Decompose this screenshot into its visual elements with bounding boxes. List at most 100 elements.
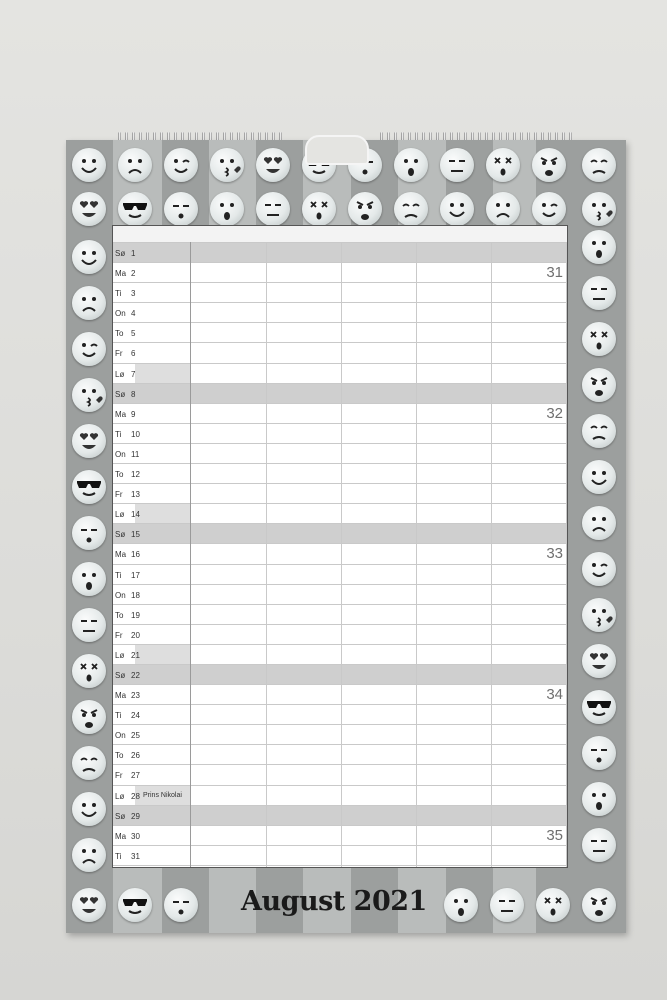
heart-eyes-face-icon — [72, 424, 106, 458]
day-number: 26 — [131, 751, 140, 761]
kiss-face-icon — [210, 148, 244, 182]
sad-face-icon — [72, 286, 106, 320]
day-row[interactable]: Sø 15 — [113, 524, 567, 545]
dizzy-face-icon — [536, 888, 570, 922]
sad-face-icon — [486, 192, 520, 226]
day-row[interactable]: Sø 22 — [113, 664, 567, 686]
day-number: 25 — [131, 731, 140, 741]
day-number: 2 — [131, 269, 136, 279]
day-row[interactable]: Ti 3 — [113, 283, 567, 304]
day-number: 18 — [131, 590, 140, 600]
day-name: Sø — [115, 670, 126, 680]
day-name: Ti — [115, 289, 122, 299]
day-number: 31 — [131, 851, 140, 861]
day-row[interactable]: To 19 — [113, 605, 567, 625]
day-row[interactable]: Fr 27 — [113, 765, 567, 786]
day-name: To — [115, 751, 124, 761]
day-rows: Sø 1 Ma 2 31 Ti 3 On 4 To 5 Fr 6 Lø 7 Sø 8 Ma 9 32 Ti 10 On 11 T… — [113, 243, 567, 866]
month-title: August 2021 — [241, 886, 427, 917]
day-row[interactable]: Ti 10 — [113, 424, 567, 444]
day-row[interactable]: On 11 — [113, 444, 567, 465]
day-cell: Ti 24 — [113, 705, 190, 724]
day-name: Lø — [115, 369, 125, 379]
day-number: 27 — [131, 771, 140, 781]
tearful-face-icon — [582, 414, 616, 448]
day-number: 5 — [131, 329, 136, 339]
sunglasses-face-icon — [72, 470, 106, 504]
day-row[interactable]: To 26 — [113, 745, 567, 766]
day-row[interactable]: Ti 31 — [113, 846, 567, 866]
shocked-face-icon — [444, 888, 478, 922]
neutral-face-icon — [256, 192, 290, 226]
day-cell: Fr 6 — [113, 343, 190, 362]
day-cell: To 12 — [113, 464, 190, 483]
day-number: 20 — [131, 630, 140, 640]
day-row[interactable]: Ma 30 35 — [113, 826, 567, 846]
angry-face-icon — [582, 368, 616, 402]
calendar-grid: Sø 1 Ma 2 31 Ti 3 On 4 To 5 Fr 6 Lø 7 Sø 8 Ma 9 32 Ti 10 On 11 T… — [112, 225, 568, 868]
sunglasses-face-icon — [118, 192, 152, 226]
day-number: 19 — [131, 610, 140, 620]
day-row[interactable]: Sø 8 — [113, 383, 567, 404]
day-name: Fr — [115, 349, 123, 359]
day-name: Lø — [115, 650, 125, 660]
day-cell: Sø 8 — [113, 384, 190, 403]
day-row[interactable]: Sø 29 — [113, 805, 567, 826]
day-number: 17 — [131, 570, 140, 580]
column-divider — [190, 242, 191, 867]
day-row[interactable]: Ma 16 33 — [113, 544, 567, 565]
day-row[interactable]: To 5 — [113, 323, 567, 344]
day-row[interactable]: Lø 21 — [113, 644, 567, 665]
day-row[interactable]: Lø 28 Prins Nikolai — [113, 785, 567, 806]
sleepy-face-icon — [164, 192, 198, 226]
day-cell: On 18 — [113, 585, 190, 604]
sad-face-icon — [582, 506, 616, 540]
neutral-face-icon — [582, 276, 616, 310]
heart-eyes-face-icon — [582, 644, 616, 678]
day-row[interactable]: Ti 17 — [113, 565, 567, 585]
day-row[interactable]: Lø 14 — [113, 504, 567, 525]
day-cell: Ti 31 — [113, 846, 190, 865]
shocked-face-icon — [210, 192, 244, 226]
day-cell: Lø 14 — [113, 504, 190, 524]
grid-header-row — [113, 226, 567, 243]
day-row[interactable]: Fr 13 — [113, 484, 567, 505]
day-row[interactable]: To 12 — [113, 464, 567, 485]
day-row[interactable]: On 25 — [113, 725, 567, 746]
day-row[interactable]: Fr 6 — [113, 343, 567, 364]
day-number: 10 — [131, 429, 140, 439]
day-cell: Fr 13 — [113, 484, 190, 503]
day-cell: Ti 17 — [113, 565, 190, 584]
day-row[interactable]: Ma 9 32 — [113, 404, 567, 424]
day-row[interactable]: Ma 2 31 — [113, 263, 567, 284]
day-row[interactable]: Ti 24 — [113, 705, 567, 726]
day-name: Ma — [115, 269, 127, 279]
shocked-face-icon — [582, 782, 616, 816]
day-name: On — [115, 309, 126, 319]
day-cell: To 5 — [113, 323, 190, 342]
week-number: 35 — [546, 826, 563, 844]
day-name: On — [115, 449, 126, 459]
day-row[interactable]: On 18 — [113, 585, 567, 605]
heart-eyes-face-icon — [72, 192, 106, 226]
day-number: 9 — [131, 409, 136, 419]
dizzy-face-icon — [582, 322, 616, 356]
day-number: 30 — [131, 831, 140, 841]
day-number: 7 — [131, 369, 136, 379]
angry-face-icon — [72, 700, 106, 734]
angry-face-icon — [582, 888, 616, 922]
day-row[interactable]: Fr 20 — [113, 625, 567, 645]
day-number: 6 — [131, 349, 136, 359]
day-row[interactable]: Ma 23 34 — [113, 685, 567, 706]
day-name: To — [115, 470, 124, 480]
day-name: Sø — [115, 389, 126, 399]
day-row[interactable]: Lø 7 — [113, 363, 567, 384]
day-cell: Ma 2 — [113, 263, 190, 282]
day-name: Ma — [115, 831, 127, 841]
wink-face-icon — [72, 332, 106, 366]
day-row[interactable]: Sø 1 — [113, 243, 567, 264]
day-name: To — [115, 610, 124, 620]
happy-face-icon — [72, 792, 106, 826]
day-cell: Ti 10 — [113, 424, 190, 443]
day-row[interactable]: On 4 — [113, 303, 567, 324]
